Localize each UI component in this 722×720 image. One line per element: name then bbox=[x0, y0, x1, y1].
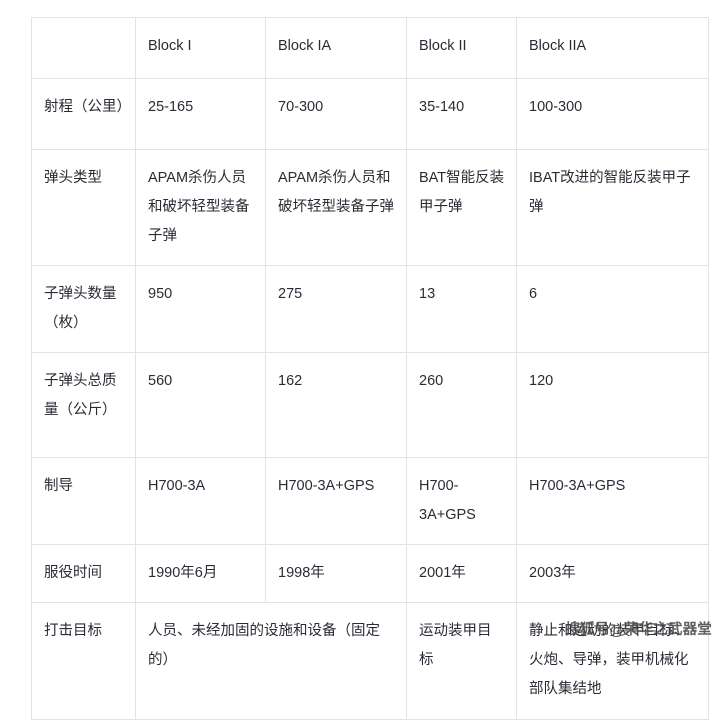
cell-mass-block-iia: 120 bbox=[516, 352, 709, 458]
row-label-range: 射程（公里） bbox=[31, 78, 136, 150]
cell-service-block-i: 1990年6月 bbox=[135, 544, 266, 603]
cell-mass-block-ia: 162 bbox=[265, 352, 407, 458]
cell-guidance-block-i: H700-3A bbox=[135, 457, 266, 545]
column-header-block-iia: Block IIA bbox=[516, 17, 709, 79]
cell-target-block-i-ia: 人员、未经加固的设施和设备（固定的） bbox=[135, 602, 407, 720]
watermark-at-icon: @ bbox=[609, 623, 624, 639]
cell-mass-block-i: 560 bbox=[135, 352, 266, 458]
cell-range-block-iia: 100-300 bbox=[516, 78, 709, 150]
column-header-block-ia: Block IA bbox=[265, 17, 407, 79]
cell-warhead-block-iia: IBAT改进的智能反装甲子弹 bbox=[516, 149, 709, 266]
cell-warhead-block-ia: APAM杀伤人员和破坏轻型装备子弹 bbox=[265, 149, 407, 266]
watermark-account: 荣华之武器堂 bbox=[623, 622, 712, 638]
cell-service-block-ia: 1998年 bbox=[265, 544, 407, 603]
table-row: 制导 H700-3A H700-3A+GPS H700-3A+GPS H700-… bbox=[31, 457, 709, 545]
cell-range-block-i: 25-165 bbox=[135, 78, 266, 150]
cell-count-block-i: 950 bbox=[135, 265, 266, 353]
row-label-target: 打击目标 bbox=[31, 602, 136, 720]
cell-guidance-block-ii: H700-3A+GPS bbox=[406, 457, 517, 545]
row-label-service-date: 服役时间 bbox=[31, 544, 136, 603]
column-header-block-i: Block I bbox=[135, 17, 266, 79]
cell-warhead-block-i: APAM杀伤人员和破坏轻型装备子弹 bbox=[135, 149, 266, 266]
row-label-submunition-count: 子弹头数量（枚） bbox=[31, 265, 136, 353]
cell-guidance-block-iia: H700-3A+GPS bbox=[516, 457, 709, 545]
cell-service-block-ii: 2001年 bbox=[406, 544, 517, 603]
cell-count-block-ii: 13 bbox=[406, 265, 517, 353]
cell-mass-block-ii: 260 bbox=[406, 352, 517, 458]
cell-service-block-iia: 2003年 bbox=[516, 544, 709, 603]
table-row: 服役时间 1990年6月 1998年 2001年 2003年 bbox=[31, 544, 709, 603]
row-label-submunition-mass: 子弹头总质量（公斤） bbox=[31, 352, 136, 458]
column-header-block-ii: Block II bbox=[406, 17, 517, 79]
table-row: 射程（公里） 25-165 70-300 35-140 100-300 bbox=[31, 78, 709, 150]
table-row: 弹头类型 APAM杀伤人员和破坏轻型装备子弹 APAM杀伤人员和破坏轻型装备子弹… bbox=[31, 149, 709, 266]
row-label-guidance: 制导 bbox=[31, 457, 136, 545]
table-row: 子弹头数量（枚） 950 275 13 6 bbox=[31, 265, 709, 353]
cell-guidance-block-ia: H700-3A+GPS bbox=[265, 457, 407, 545]
header-corner-cell bbox=[31, 17, 136, 79]
cell-count-block-iia: 6 bbox=[516, 265, 709, 353]
table-row: 子弹头总质量（公斤） 560 162 260 120 bbox=[31, 352, 709, 458]
cell-range-block-ii: 35-140 bbox=[406, 78, 517, 150]
cell-count-block-ia: 275 bbox=[265, 265, 407, 353]
cell-warhead-block-ii: BAT智能反装甲子弹 bbox=[406, 149, 517, 266]
watermark: 搜狐号@荣华之武器堂 bbox=[565, 620, 712, 640]
weapon-specifications-table: Block I Block IA Block II Block IIA 射程（公… bbox=[31, 17, 709, 720]
page-root: Block I Block IA Block II Block IIA 射程（公… bbox=[0, 0, 722, 720]
table-header-row: Block I Block IA Block II Block IIA bbox=[31, 17, 709, 79]
row-label-warhead-type: 弹头类型 bbox=[31, 149, 136, 266]
cell-target-block-ii: 运动装甲目标 bbox=[406, 602, 517, 720]
cell-range-block-ia: 70-300 bbox=[265, 78, 407, 150]
watermark-prefix: 搜狐号 bbox=[565, 622, 610, 638]
